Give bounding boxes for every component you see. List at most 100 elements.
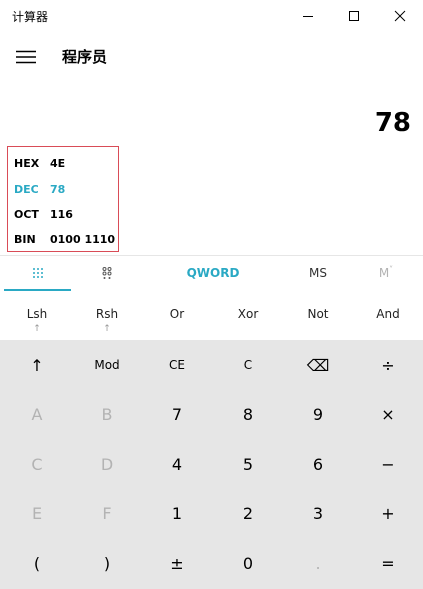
key-d[interactable]: D xyxy=(72,439,142,489)
radix-label: OCT xyxy=(14,207,39,221)
key-open-paren[interactable]: ( xyxy=(2,538,72,588)
bitwise-label: Or xyxy=(169,307,185,321)
key-label: D xyxy=(100,454,114,474)
radix-hex[interactable]: HEX 4E xyxy=(14,151,118,175)
bitwise-label: Rsh xyxy=(95,307,119,321)
key-label: 9 xyxy=(312,404,324,424)
app-title: 计算器 xyxy=(12,10,49,24)
title-bar: 计算器 xyxy=(0,0,423,31)
key-plus[interactable]: + xyxy=(353,488,423,538)
bitwise-label: Not xyxy=(307,307,329,321)
key-minus[interactable]: − xyxy=(353,439,423,489)
key-a[interactable]: A xyxy=(2,389,72,439)
key-label: B xyxy=(101,404,113,424)
minimize-button[interactable] xyxy=(285,0,331,31)
tab-bit-toggle[interactable] xyxy=(75,256,139,290)
key-multiply[interactable]: × xyxy=(353,389,423,439)
display-area: 78 HEX 4E DEC 78 OCT 116 BIN 0100 1110 xyxy=(0,83,423,255)
chevron-down-icon: ˅ xyxy=(389,264,394,274)
key-label: E xyxy=(31,503,43,523)
key-negate[interactable]: ± xyxy=(142,538,212,588)
key-label: 8 xyxy=(242,404,254,424)
key-clear[interactable]: C xyxy=(213,340,283,390)
tab-full-keypad[interactable] xyxy=(4,256,71,290)
key-label: CE xyxy=(169,358,185,372)
maximize-button[interactable] xyxy=(331,0,377,31)
key-4[interactable]: 4 xyxy=(142,439,212,489)
key-f[interactable]: F xyxy=(72,488,142,538)
key-2[interactable]: 2 xyxy=(213,488,283,538)
key-decimal[interactable]: . xyxy=(283,538,353,588)
navigation-menu-button[interactable] xyxy=(10,41,42,73)
keypad: ↑ Mod CE C ⌫ ÷ A B 7 8 9 × C D 4 5 6 − E F 1 2 3 + () ±0. = xyxy=(0,340,423,589)
bitwise-label: Xor xyxy=(237,307,259,321)
bitwise-label: Lsh xyxy=(26,307,48,321)
minimize-icon xyxy=(303,15,313,17)
key-b[interactable]: B xyxy=(72,389,142,439)
radix-bin[interactable]: BIN 0100 1110 xyxy=(14,227,118,251)
hamburger-icon xyxy=(16,50,36,64)
key-shift[interactable]: ↑ xyxy=(2,340,72,390)
key-label: ± xyxy=(170,553,184,573)
bitwise-operations-row: Lsh ↑ Rsh ↑ Or Xor Not And xyxy=(0,291,423,340)
key-label: ) xyxy=(103,553,111,573)
key-mod[interactable]: Mod xyxy=(72,340,142,390)
shift-arrow-icon: ↑ xyxy=(103,324,111,334)
key-ce[interactable]: CE xyxy=(142,340,212,390)
key-label: × xyxy=(381,404,395,424)
close-button[interactable] xyxy=(377,0,423,31)
xor-button[interactable]: Xor xyxy=(213,291,283,340)
key-label: C xyxy=(31,454,43,474)
key-0[interactable]: 0 xyxy=(213,538,283,588)
key-close-paren[interactable]: ) xyxy=(72,538,142,588)
lsh-button[interactable]: Lsh ↑ xyxy=(2,291,72,340)
key-1[interactable]: 1 xyxy=(142,488,212,538)
key-6[interactable]: 6 xyxy=(283,439,353,489)
key-e[interactable]: E xyxy=(2,488,72,538)
key-c[interactable]: C xyxy=(2,439,72,489)
key-equals[interactable]: = xyxy=(353,538,423,588)
key-8[interactable]: 8 xyxy=(213,389,283,439)
close-icon xyxy=(394,10,406,21)
mode-title: 程序员 xyxy=(62,48,108,66)
key-divide[interactable]: ÷ xyxy=(353,340,423,390)
key-label: − xyxy=(381,454,395,474)
bit-toggle-icon xyxy=(102,267,112,279)
key-label: = xyxy=(381,553,395,573)
full-keypad-icon xyxy=(32,268,43,278)
key-label: 6 xyxy=(312,454,324,474)
key-7[interactable]: 7 xyxy=(142,389,212,439)
key-label: ⌫ xyxy=(306,355,330,375)
rsh-button[interactable]: Rsh ↑ xyxy=(72,291,142,340)
maximize-icon xyxy=(349,10,359,21)
radix-value: 4E xyxy=(50,156,66,170)
and-button[interactable]: And xyxy=(353,291,423,340)
key-label: C xyxy=(243,358,253,372)
key-backspace[interactable]: ⌫ xyxy=(283,340,353,390)
key-5[interactable]: 5 xyxy=(213,439,283,489)
key-label: 0 xyxy=(242,553,254,573)
key-label: 7 xyxy=(171,404,183,424)
key-label: Mod xyxy=(94,358,120,372)
radix-value: 0100 1110 xyxy=(50,232,116,246)
shift-arrow-icon: ↑ xyxy=(33,324,41,334)
key-label: + xyxy=(381,503,395,523)
key-9[interactable]: 9 xyxy=(283,389,353,439)
key-label: . xyxy=(315,553,321,573)
radix-label: DEC xyxy=(14,182,39,196)
key-label: F xyxy=(102,503,112,523)
not-button[interactable]: Not xyxy=(283,291,353,340)
radix-dec[interactable]: DEC 78 xyxy=(14,177,118,201)
radix-oct[interactable]: OCT 116 xyxy=(14,202,118,226)
key-label: A xyxy=(31,404,43,424)
memory-recall-button[interactable]: M ˅ xyxy=(356,256,416,290)
key-3[interactable]: 3 xyxy=(283,488,353,538)
key-label: 5 xyxy=(242,454,254,474)
or-button[interactable]: Or xyxy=(142,291,212,340)
bitwise-label: And xyxy=(376,307,400,321)
radix-label: BIN xyxy=(14,232,36,246)
memory-store-button[interactable]: MS xyxy=(288,256,348,290)
key-label: ↑ xyxy=(30,355,44,375)
keypad-mode-bar: QWORD MS M ˅ xyxy=(0,255,423,292)
tab-word-size[interactable]: QWORD xyxy=(150,256,276,290)
